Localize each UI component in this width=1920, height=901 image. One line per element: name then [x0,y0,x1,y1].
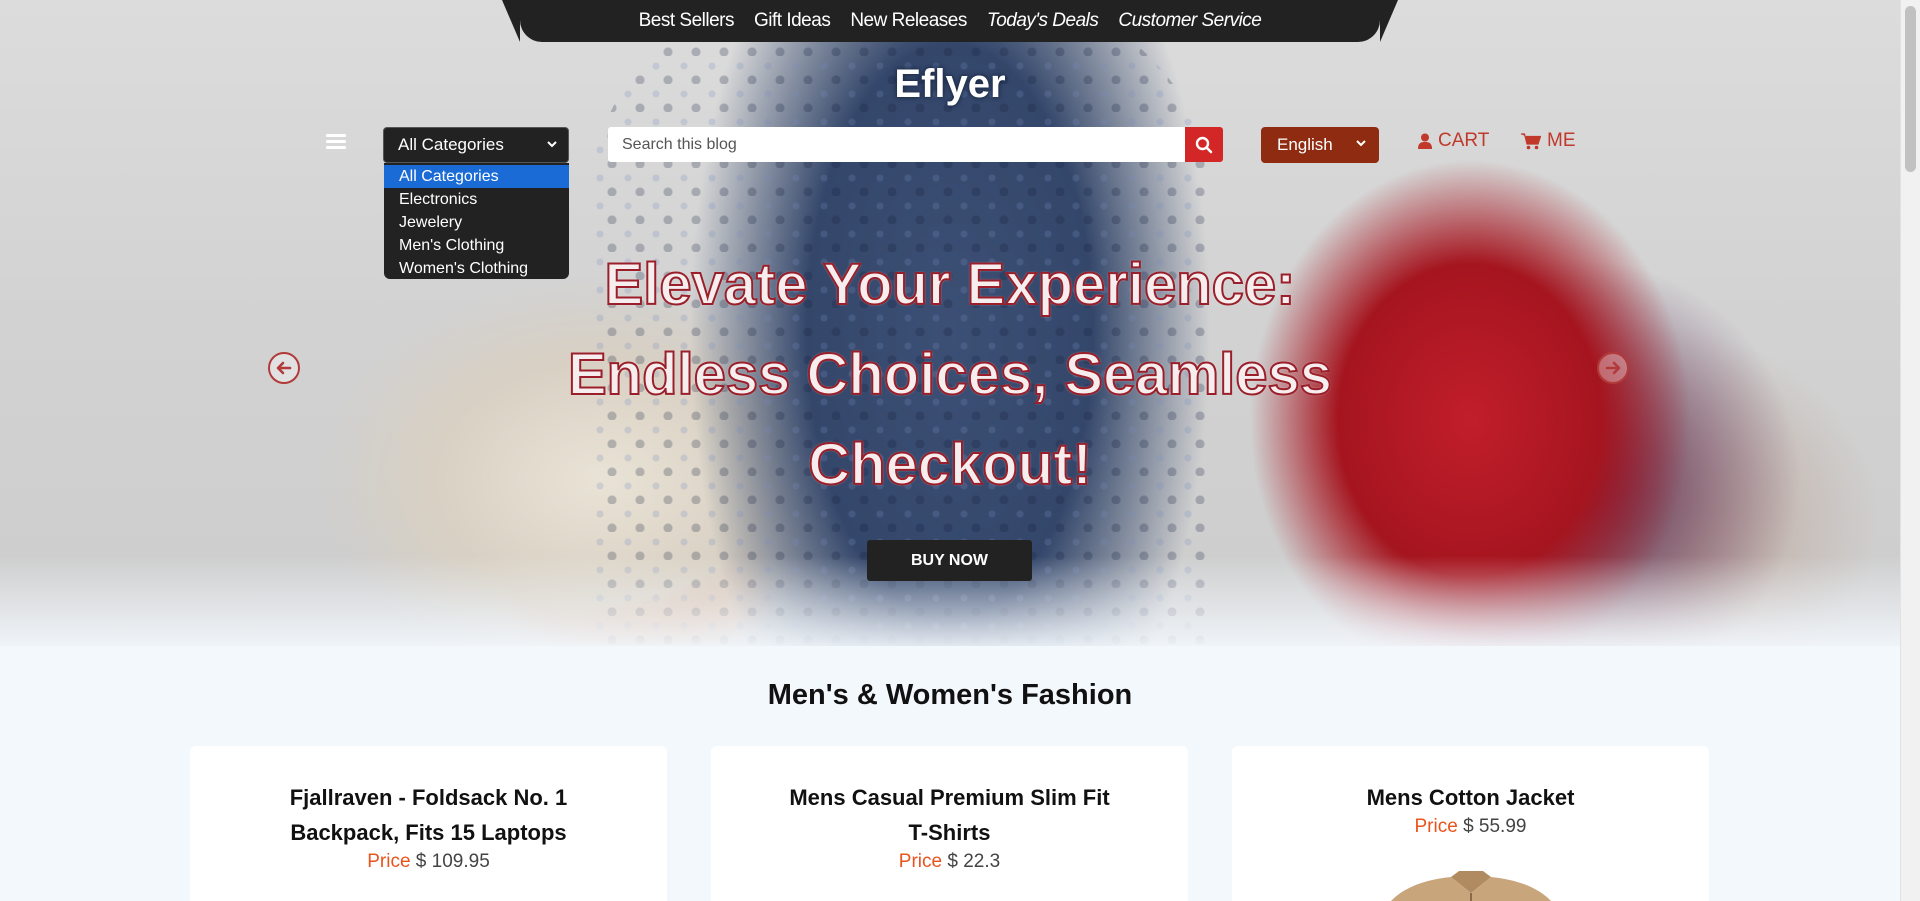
price-label: Price [898,851,943,872]
product-name: Fjallraven - Foldsack No. 1 Backpack, Fi… [289,785,568,845]
chevron-down-icon [1355,136,1367,152]
carousel-prev-button[interactable] [268,352,300,384]
scrollbar-thumb[interactable] [1905,6,1916,172]
arrow-left-icon [276,361,292,375]
product-card[interactable]: Mens Cotton Jacket Price $ 55.99 [1232,746,1709,901]
nav-gift-ideas[interactable]: Gift Ideas [754,10,831,32]
nav-best-sellers[interactable]: Best Sellers [639,10,735,32]
category-dropdown-list: All Categories Electronics Jewelery Men'… [384,163,569,279]
product-price: Price $ 55.99 [1232,816,1709,838]
search-bar [608,127,1223,162]
section-title: Men's & Women's Fashion [767,679,1133,711]
cart-link[interactable]: CART [1418,130,1489,152]
language-select-value: English [1277,135,1333,154]
price-label: Price [367,851,411,872]
me-link[interactable]: ME [1521,130,1576,152]
category-option-jewelery[interactable]: Jewelery [384,211,569,234]
carousel-next-button[interactable] [1597,352,1629,384]
search-button[interactable] [1185,127,1223,162]
price-value: $ 22.3 [947,851,1001,872]
price-label: Price [1414,816,1458,837]
page-scrollbar[interactable] [1900,0,1920,901]
site-logo[interactable]: Eflyer [0,62,1900,107]
product-name: Mens Cotton Jacket [1366,785,1575,810]
hero-line-3: Checkout! [807,431,1093,498]
category-option-womens-clothing[interactable]: Women's Clothing [384,257,569,280]
nav-customer-service[interactable]: Customer Service [1118,10,1262,32]
product-price: Price $ 22.3 [711,851,1188,873]
category-option-mens-clothing[interactable]: Men's Clothing [384,234,569,257]
product-card[interactable]: Fjallraven - Foldsack No. 1 Backpack, Fi… [190,746,667,901]
buy-now-button[interactable]: BUY NOW [867,540,1032,581]
category-select[interactable]: All Categories [383,127,569,163]
product-price: Price $ 109.95 [190,851,667,873]
price-value: $ 55.99 [1463,816,1527,837]
search-input[interactable] [608,127,1185,162]
hero-heading: Elevate Your Experience: Endless Choices… [560,240,1340,510]
shopping-cart-icon [1521,132,1541,149]
language-select[interactable]: English [1261,127,1379,163]
product-card[interactable]: Mens Casual Premium Slim Fit T-Shirts Pr… [711,746,1188,901]
me-label: ME [1547,130,1576,151]
nav-todays-deals[interactable]: Today's Deals [987,10,1099,32]
top-navigation: Best Sellers Gift Ideas New Releases Tod… [502,0,1398,42]
menu-icon[interactable] [326,134,346,150]
nav-new-releases[interactable]: New Releases [850,10,967,32]
hero-line-2: Endless Choices, Seamless [567,341,1333,408]
price-value: $ 109.95 [415,851,490,872]
hero-line-1: Elevate Your Experience: [604,251,1297,318]
user-icon [1418,133,1432,149]
product-image-jacket [1390,871,1551,901]
category-select-value: All Categories [398,135,504,154]
category-option-electronics[interactable]: Electronics [384,188,569,211]
chevron-down-icon [546,137,558,153]
cart-label: CART [1438,130,1490,151]
product-name: Mens Casual Premium Slim Fit T-Shirts [789,785,1110,845]
arrow-right-icon [1605,361,1621,375]
category-option-all[interactable]: All Categories [384,165,569,188]
search-icon [1195,136,1213,153]
